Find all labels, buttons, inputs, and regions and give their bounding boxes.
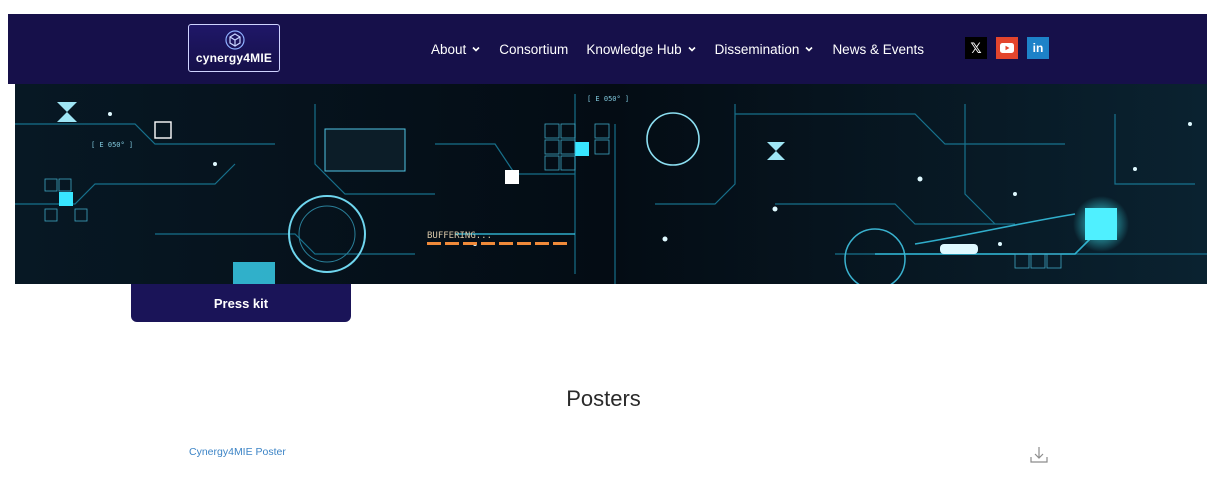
hero-banner: BUFFERING... [ E 050° ] [ E 050° ]: [15, 84, 1207, 284]
posters-heading: Posters: [566, 386, 641, 411]
linkedin-glyph: in: [1032, 41, 1044, 55]
top-navbar: cynergy4MIE About Consortium Knowledge H…: [8, 14, 1207, 84]
nav-news-events-label: News & Events: [832, 41, 924, 57]
nav-dissemination-label: Dissemination: [714, 41, 800, 57]
linkedin-icon[interactable]: in: [1027, 37, 1049, 59]
nav-consortium-label: Consortium: [499, 41, 569, 57]
chevron-down-icon: [472, 46, 480, 52]
nav-about[interactable]: About: [431, 42, 481, 57]
nav-knowledge-hub-label: Knowledge Hub: [586, 41, 682, 57]
logo-text: cynergy4MIE: [195, 51, 273, 65]
chevron-down-icon: [688, 46, 696, 52]
press-kit-label: Press kit: [213, 295, 269, 311]
chip-label: [ E 050° ]: [587, 95, 629, 103]
youtube-icon[interactable]: [996, 37, 1018, 59]
nav-consortium[interactable]: Consortium: [499, 42, 568, 57]
site-logo[interactable]: cynergy4MIE: [188, 24, 280, 72]
social-links: 𝕏 in: [965, 37, 1058, 59]
circuit-board-graphic: BUFFERING... [ E 050° ] [ E 050° ]: [15, 84, 1207, 284]
nav-dissemination[interactable]: Dissemination: [715, 42, 815, 57]
x-glyph: 𝕏: [970, 39, 982, 56]
poster-link[interactable]: Cynergy4MIE Poster: [189, 446, 286, 458]
buffering-text: BUFFERING...: [427, 231, 492, 241]
download-icon[interactable]: [1029, 445, 1049, 465]
x-icon[interactable]: 𝕏: [965, 37, 987, 59]
chevron-down-icon: [805, 46, 814, 52]
youtube-play-icon: [1000, 43, 1014, 53]
nav-about-label: About: [431, 41, 467, 57]
chip-label: [ E 050° ]: [91, 141, 133, 149]
nav-knowledge-hub[interactable]: Knowledge Hub: [586, 42, 696, 57]
logo-cube-icon: [225, 30, 245, 50]
nav-news-events[interactable]: News & Events: [832, 42, 924, 57]
press-kit-tab[interactable]: Press kit: [131, 284, 351, 322]
main-nav: About Consortium Knowledge Hub Dissemina…: [431, 14, 942, 84]
